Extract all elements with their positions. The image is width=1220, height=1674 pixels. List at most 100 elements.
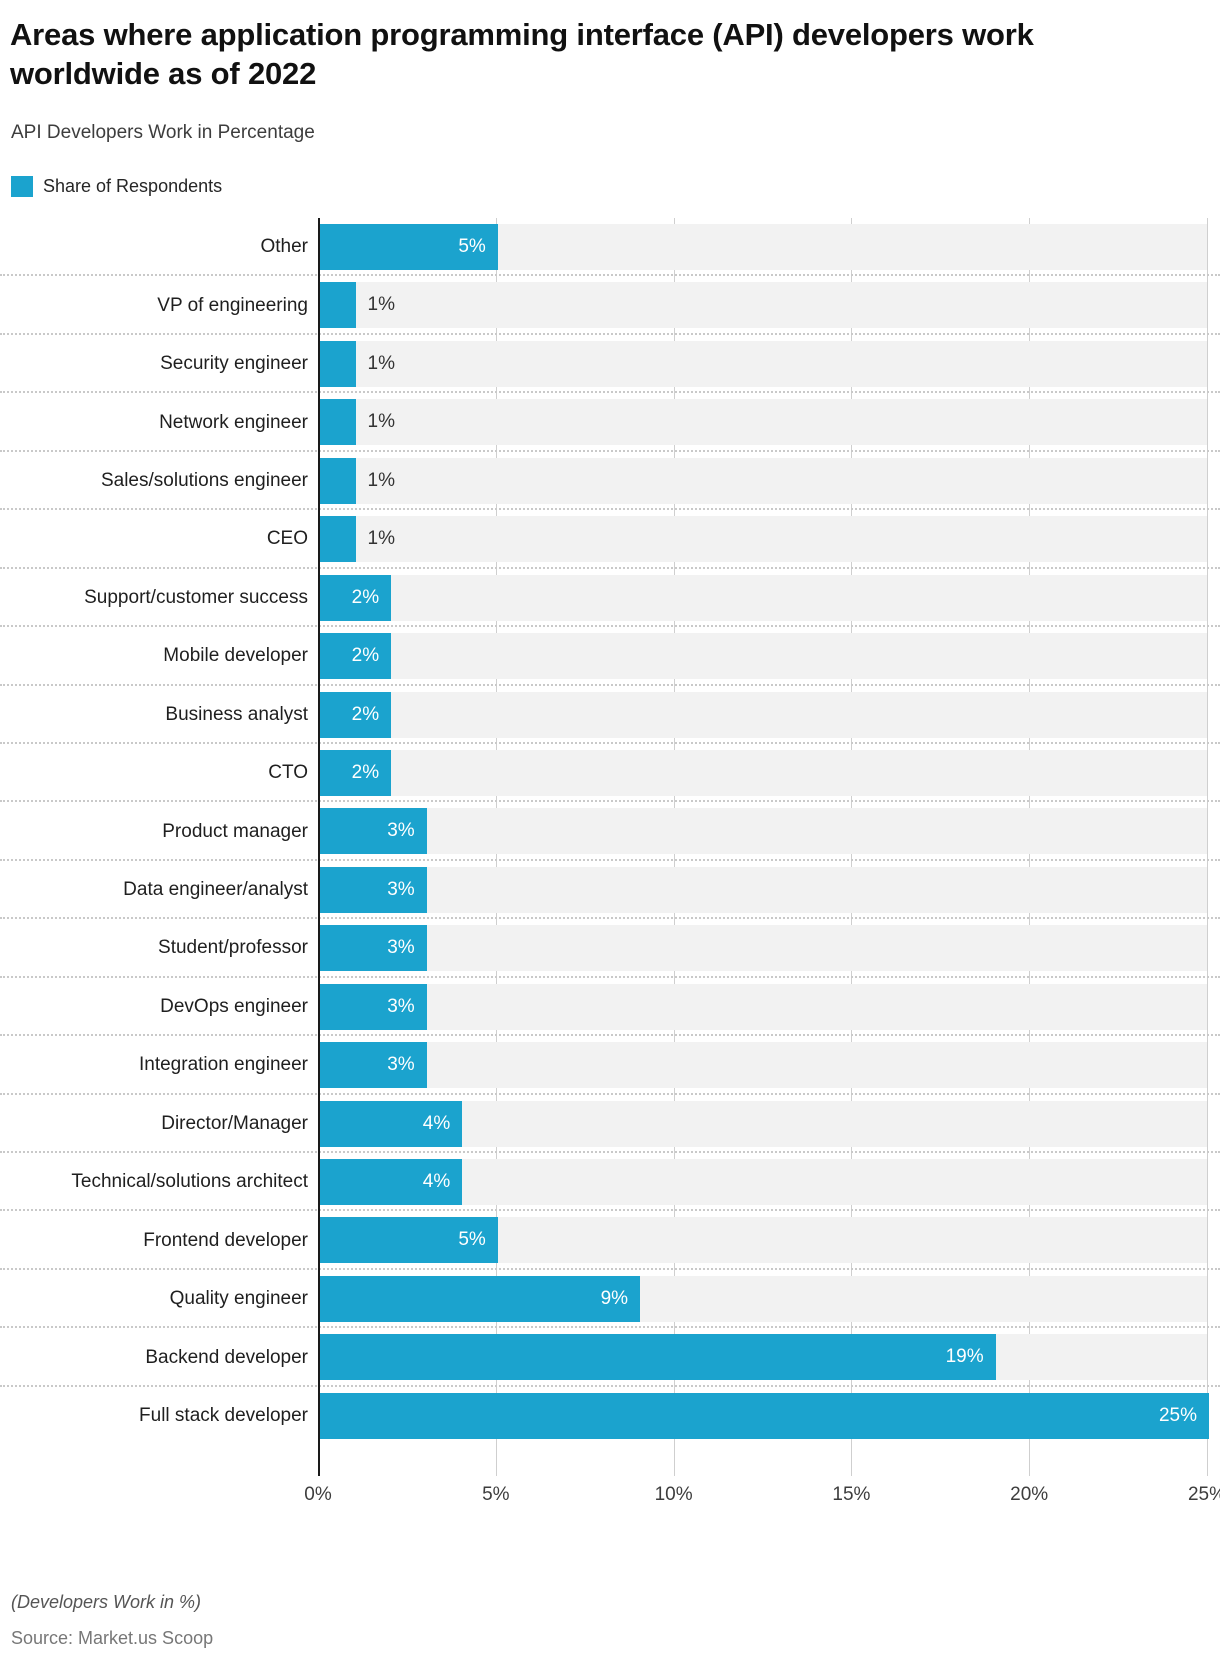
bar-value-label: 5% — [458, 236, 486, 257]
row-separator — [0, 449, 1220, 452]
row-separator — [0, 1209, 1220, 1212]
row-track — [318, 457, 1207, 504]
category-label: Product manager — [162, 820, 308, 842]
x-axis-tick-label: 25% — [1187, 1484, 1220, 1505]
bar-row: Full stack developer 25% — [0, 1387, 1220, 1445]
row-track — [318, 340, 1207, 387]
bar-value-label: 1% — [367, 411, 396, 433]
bar-value-label: 2% — [351, 761, 380, 783]
bar-row: VP of engineering 1% — [0, 276, 1220, 335]
category-label: Business analyst — [165, 703, 308, 725]
bar-value-label: 3% — [387, 820, 415, 842]
category-label: CEO — [266, 528, 308, 550]
x-axis-tick-label: 10% — [654, 1484, 693, 1505]
row-separator — [0, 566, 1220, 569]
row-track — [318, 925, 1207, 972]
bar[interactable] — [320, 282, 356, 329]
x-axis-tick-label: 20% — [1010, 1484, 1049, 1505]
chart-page: Areas where application programming inte… — [0, 0, 1220, 1674]
x-axis-tick-label: 5% — [482, 1484, 510, 1505]
row-track — [318, 983, 1207, 1030]
bar-value-label: 3% — [387, 937, 415, 959]
row-separator — [0, 858, 1220, 861]
category-label: CTO — [268, 762, 308, 784]
bar-value-label: 4% — [422, 1171, 451, 1192]
bar-value-label: 2% — [351, 586, 380, 608]
x-axis: 0% 5% 10% 15% 20% 25% — [0, 1476, 1220, 1516]
chart-subtitle: API Developers Work in Percentage — [11, 122, 315, 143]
bar[interactable] — [320, 399, 356, 446]
category-label: Mobile developer — [163, 645, 308, 667]
bar[interactable] — [320, 516, 356, 563]
row-track — [318, 574, 1207, 621]
bar-row: Network engineer 1% — [0, 393, 1220, 452]
row-track — [318, 399, 1207, 446]
bar-row: Frontend developer 5% — [0, 1211, 1220, 1270]
legend-item-label: Share of Respondents — [43, 176, 223, 196]
plot-area: Other 5% VP of engineering 1% Security engin… — [0, 218, 1220, 1505]
row-track — [318, 749, 1207, 796]
category-label: VP of engineering — [157, 294, 308, 316]
bar-value-label: 3% — [387, 878, 415, 900]
bar-row: Mobile developer 2% — [0, 627, 1220, 686]
row-separator — [0, 1384, 1220, 1387]
category-label: Quality engineer — [169, 1288, 308, 1310]
bar-row: Support/customer success 2% — [0, 569, 1220, 628]
bar-row: Director/Manager 4% — [0, 1095, 1220, 1153]
row-separator — [0, 683, 1220, 686]
bar[interactable] — [320, 340, 356, 387]
row-track — [318, 1042, 1207, 1089]
row-separator — [0, 1092, 1220, 1095]
bar-row: Sales/solutions engineer 1% — [0, 452, 1220, 511]
category-label: Sales/solutions engineer — [100, 469, 308, 491]
row-track — [318, 633, 1207, 680]
row-separator — [0, 508, 1220, 511]
x-axis-tick-label: 15% — [832, 1484, 871, 1505]
row-track — [318, 808, 1207, 855]
bar-value-label: 1% — [367, 294, 396, 316]
bar-row: Other 5% — [0, 218, 1220, 277]
category-label: Network engineer — [159, 411, 308, 433]
category-label: Other — [260, 236, 308, 258]
chart-legend: Share of Respondents — [11, 176, 222, 197]
bar-row: Student/professor 3% — [0, 919, 1220, 978]
row-separator — [0, 1267, 1220, 1270]
footer-source: Source: Market.us Scoop — [11, 1628, 214, 1648]
row-separator — [0, 332, 1220, 335]
row-separator — [0, 800, 1220, 803]
bar[interactable] — [320, 457, 356, 504]
category-label: Frontend developer — [143, 1229, 308, 1251]
row-separator — [0, 625, 1220, 628]
bar-rows: Other 5% VP of engineering 1% Security engin… — [0, 218, 1220, 1445]
bar-value-label: 19% — [945, 1346, 984, 1368]
row-track — [318, 866, 1207, 913]
row-separator — [0, 391, 1220, 394]
bar-value-label: 3% — [387, 995, 415, 1017]
row-separator — [0, 917, 1220, 920]
row-separator — [0, 975, 1220, 978]
bar-row: Integration engineer 3% — [0, 1036, 1220, 1095]
row-track — [318, 282, 1207, 329]
bar-row: Data engineer/analyst 3% — [0, 861, 1220, 920]
x-axis-tick-label: 0% — [304, 1484, 332, 1505]
page-title: Areas where application programming inte… — [10, 17, 1034, 91]
category-label: Support/customer success — [84, 586, 308, 608]
category-label: Student/professor — [158, 937, 308, 959]
bar-row: DevOps engineer 3% — [0, 978, 1220, 1037]
row-separator — [0, 274, 1220, 277]
category-label: Backend developer — [145, 1346, 308, 1368]
bar-row: Technical/solutions architect 4% — [0, 1153, 1220, 1212]
legend-square-icon — [11, 176, 33, 197]
row-separator — [0, 741, 1220, 744]
bar-value-label: 25% — [1158, 1404, 1197, 1426]
row-separator — [0, 1151, 1220, 1153]
row-track — [318, 691, 1207, 738]
bar-value-label: 2% — [351, 703, 380, 725]
bar-value-label: 5% — [458, 1229, 486, 1251]
row-separator — [0, 1034, 1220, 1037]
category-label: DevOps engineer — [160, 995, 308, 1017]
bar-value-label: 9% — [600, 1287, 629, 1309]
row-track — [318, 516, 1207, 563]
bar-row: Business analyst 2% — [0, 686, 1220, 744]
y-axis-line — [318, 218, 320, 1476]
